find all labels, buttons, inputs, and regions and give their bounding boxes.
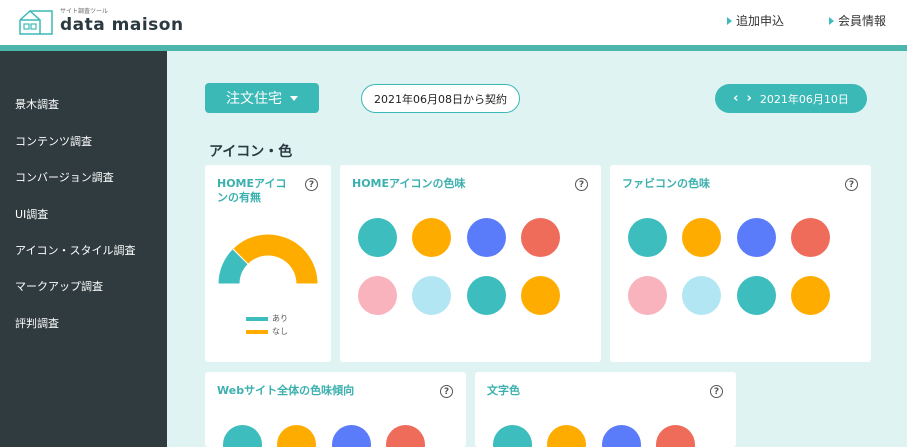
legend-item-yes: あり — [246, 313, 288, 324]
color-swatch-light-blue — [682, 276, 721, 315]
color-swatch-teal — [628, 218, 667, 257]
house-logo-icon — [19, 10, 53, 35]
help-icon[interactable]: ? — [845, 178, 858, 191]
color-swatch-pink — [628, 276, 667, 315]
color-swatch-blue — [467, 218, 506, 257]
home-icon-color-card: HOMEアイコンの色味 ? — [340, 165, 601, 362]
help-icon[interactable]: ? — [305, 178, 318, 191]
legend-item-no: なし — [246, 326, 288, 337]
card-title: ファビコンの色味 — [622, 177, 710, 190]
text-color-card: 文字色 ? — [475, 372, 736, 447]
color-swatch-teal — [737, 276, 776, 315]
color-swatch-amber — [521, 276, 560, 315]
color-swatch-blue — [602, 425, 641, 447]
site-color-trend-card: Webサイト全体の色味傾向 ? — [205, 372, 466, 447]
chevron-down-icon — [290, 95, 298, 101]
sidebar-item-conversion[interactable]: コンバージョン調査 — [15, 169, 114, 185]
card-title: Webサイト全体の色味傾向 — [217, 384, 355, 397]
legend-label-no: なし — [272, 327, 288, 336]
color-swatch-amber — [277, 425, 316, 447]
color-swatch-pink — [358, 276, 397, 315]
contract-date-text: 2021年06月08日から契約 — [374, 92, 507, 106]
favicon-color-card: ファビコンの色味 ? — [610, 165, 871, 362]
color-swatch-amber — [791, 276, 830, 315]
color-swatch-coral — [791, 218, 830, 257]
date-navigator: ‹ › 2021年06月10日 — [715, 84, 867, 113]
card-title: HOMEアイコ ンの有無 — [217, 177, 286, 205]
color-swatch-blue — [332, 425, 371, 447]
donut-slice-no — [231, 233, 319, 285]
member-info-link[interactable]: 会員情報 — [829, 12, 886, 29]
color-swatch-amber — [547, 425, 586, 447]
color-swatch-coral — [521, 218, 560, 257]
legend-swatch-yes — [246, 316, 268, 321]
section-title: アイコン・色 — [209, 144, 293, 160]
help-icon[interactable]: ? — [440, 385, 453, 398]
legend-swatch-no — [246, 329, 268, 334]
color-swatch-coral — [386, 425, 425, 447]
sidebar-item-icon-style[interactable]: アイコン・スタイル調査 — [15, 242, 135, 258]
chevron-left-icon[interactable]: ‹ — [733, 91, 738, 106]
current-date: 2021年06月10日 — [759, 92, 849, 106]
presence-donut-chart — [217, 233, 319, 285]
sidebar-item-reputation[interactable]: 評判調査 — [15, 315, 59, 331]
help-icon[interactable]: ? — [575, 178, 588, 191]
color-swatch-teal — [358, 218, 397, 257]
card-title: 文字色 — [487, 384, 520, 397]
card-title-line1: HOMEアイコ — [217, 177, 287, 190]
sidebar-item-markup[interactable]: マークアップ調査 — [15, 278, 103, 294]
color-swatch-amber — [682, 218, 721, 257]
arrow-icon — [829, 16, 834, 25]
color-swatch-amber — [412, 218, 451, 257]
color-swatch-coral — [656, 425, 695, 447]
chevron-right-icon[interactable]: › — [747, 91, 752, 106]
logo-subtitle: サイト調査ツール — [60, 8, 109, 15]
logo[interactable]: サイト調査ツール data maison — [18, 6, 188, 40]
sidebar-item-ui[interactable]: UI調査 — [15, 206, 48, 222]
color-swatch-teal — [223, 425, 262, 447]
card-title-line2: ンの有無 — [217, 191, 261, 204]
sidebar-item-contents[interactable]: コンテンツ調査 — [15, 133, 92, 149]
top-bar: サイト調査ツール data maison 追加申込 会員情報 — [0, 0, 907, 45]
add-application-label: 追加申込 — [736, 14, 785, 28]
color-swatch-blue — [737, 218, 776, 257]
color-swatch-teal — [493, 425, 532, 447]
member-info-label: 会員情報 — [838, 14, 887, 28]
help-icon[interactable]: ? — [710, 385, 723, 398]
color-swatch-light-blue — [412, 276, 451, 315]
card-title: HOMEアイコンの色味 — [352, 177, 466, 190]
color-swatch-teal — [467, 276, 506, 315]
sidebar: 景木調査 コンテンツ調査 コンバージョン調査 UI調査 アイコン・スタイル調査 … — [0, 51, 167, 447]
home-icon-presence-card: HOMEアイコ ンの有無 ? あり なし — [205, 165, 331, 362]
category-dropdown-label: 注文住宅 — [226, 91, 282, 107]
add-application-link[interactable]: 追加申込 — [727, 12, 784, 29]
arrow-icon — [727, 16, 732, 25]
sidebar-item-scenery[interactable]: 景木調査 — [15, 96, 59, 112]
contract-date-badge: 2021年06月08日から契約 — [361, 84, 520, 113]
category-dropdown[interactable]: 注文住宅 — [205, 83, 319, 113]
legend-label-yes: あり — [272, 314, 288, 323]
logo-text: data maison — [60, 15, 184, 35]
